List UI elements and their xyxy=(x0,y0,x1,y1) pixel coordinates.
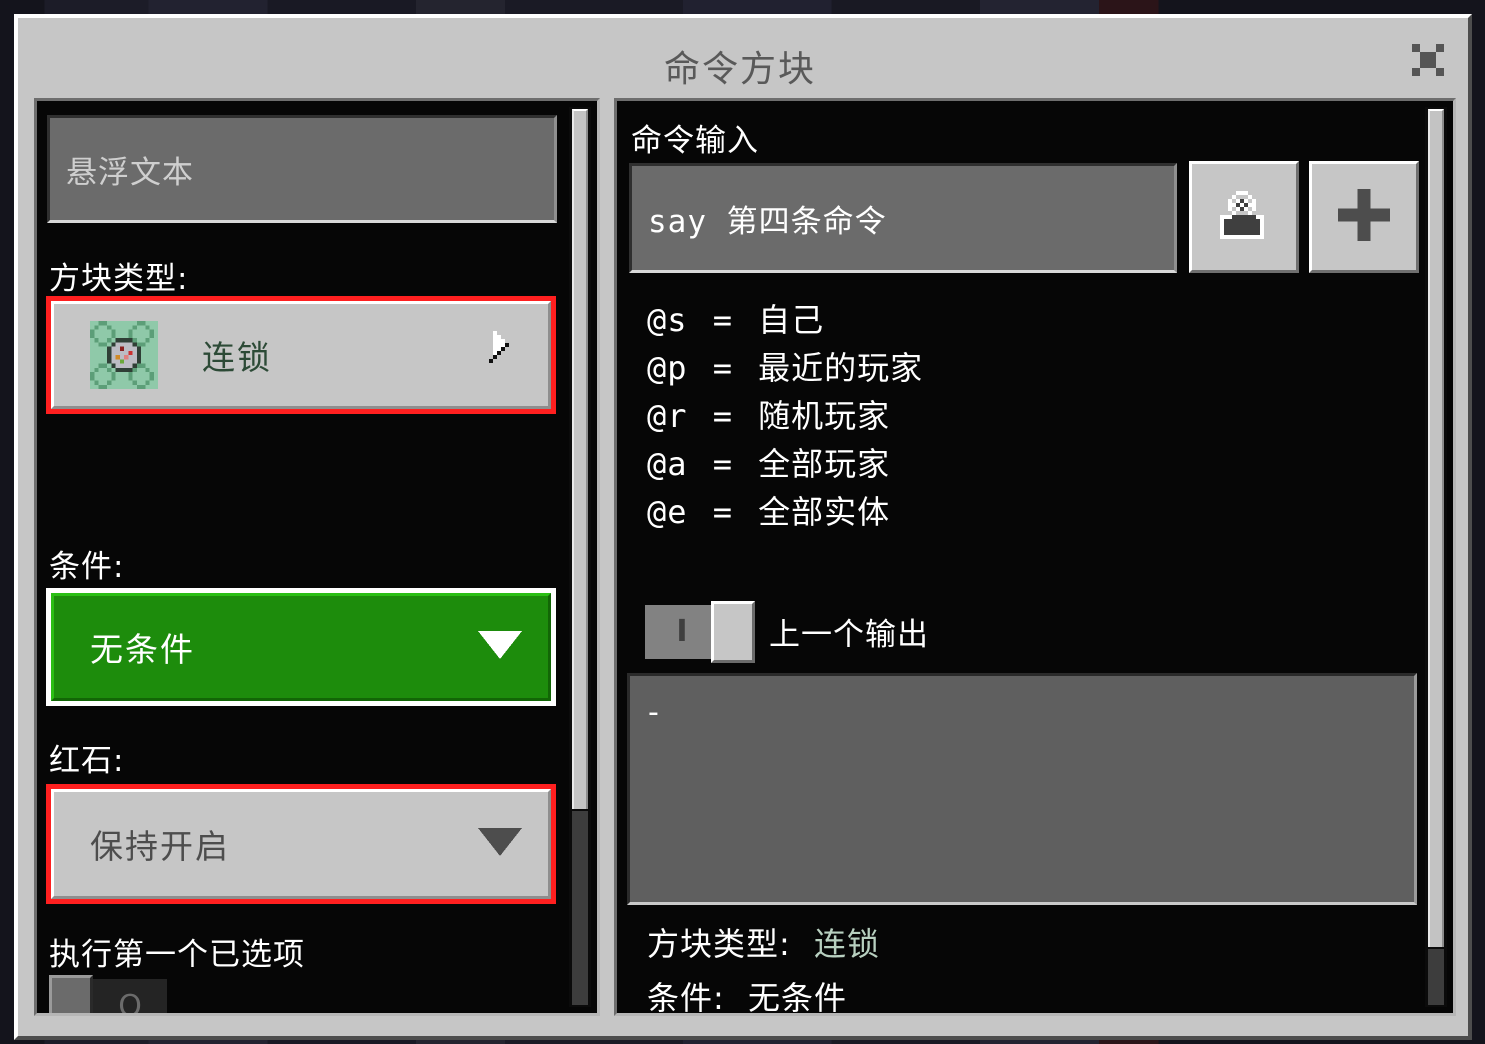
condition-value: 无条件 xyxy=(90,630,195,669)
status-block-type: 方块类型: 连锁 xyxy=(647,919,880,965)
status-block-type-value: 连锁 xyxy=(813,925,880,963)
selector-desc: 全部玩家 xyxy=(758,445,891,483)
hover-text-placeholder: 悬浮文本 xyxy=(66,154,194,191)
list-item: @p = 最近的玩家 xyxy=(647,343,923,391)
selector-token: @r xyxy=(647,397,688,435)
list-item: @a = 全部玩家 xyxy=(647,439,923,487)
left-scrollbar-track[interactable] xyxy=(572,811,588,1005)
selector-eq: = xyxy=(712,445,733,483)
redstone-label: 红石: xyxy=(49,743,125,779)
list-item: @r = 随机玩家 xyxy=(647,391,923,439)
pointer-arrow-icon xyxy=(484,331,518,379)
selector-token: @a xyxy=(647,445,688,483)
plus-icon xyxy=(1338,189,1390,245)
block-type-option-chain[interactable]: 连锁 xyxy=(46,296,556,414)
command-block-dialog: 命令方块 悬浮文本 方块类型: 连锁 条件: 无条件 红石: 保持开启 执行第一… xyxy=(14,14,1472,1040)
selector-desc: 随机玩家 xyxy=(758,397,891,435)
selector-eq: = xyxy=(712,493,733,531)
toggle-state-glyph: I xyxy=(676,614,688,649)
previous-output-label: 上一个输出 xyxy=(769,617,929,653)
left-scrollbar-thumb[interactable] xyxy=(572,109,588,809)
command-input-value: say 第四条命令 xyxy=(648,203,887,240)
condition-label: 条件: xyxy=(49,549,125,585)
execute-first-label: 执行第一个已选项 xyxy=(49,937,305,973)
command-input-label: 命令输入 xyxy=(631,123,759,159)
dialog-titlebar: 命令方块 xyxy=(18,18,1468,94)
toggle-knob[interactable] xyxy=(49,975,93,1013)
selector-token: @e xyxy=(647,493,688,531)
close-icon[interactable] xyxy=(1404,38,1452,82)
output-text-value: - xyxy=(648,695,659,730)
pick-block-icon xyxy=(1216,187,1272,247)
selector-token: @s xyxy=(647,301,688,339)
command-input[interactable]: say 第四条命令 xyxy=(629,163,1177,273)
block-type-label: 方块类型: xyxy=(49,261,189,297)
selector-eq: = xyxy=(712,301,733,339)
selector-token: @p xyxy=(647,349,688,387)
selector-desc: 最近的玩家 xyxy=(758,349,924,387)
redstone-dropdown[interactable]: 保持开启 xyxy=(46,784,556,904)
pick-block-button[interactable] xyxy=(1189,161,1299,273)
hover-text-input[interactable]: 悬浮文本 xyxy=(47,115,557,223)
status-block-type-label: 方块类型: xyxy=(647,925,791,963)
selector-eq: = xyxy=(712,349,733,387)
list-item: @s = 自己 xyxy=(647,295,923,343)
list-item: @e = 全部实体 xyxy=(647,487,923,535)
status-condition-value: 无条件 xyxy=(747,979,847,1013)
page-title: 命令方块 xyxy=(664,49,817,90)
toggle-track: I xyxy=(645,605,719,659)
command-panel: 命令输入 say 第四条命令 @s = 自己 @p = 最近的玩家 @r = 随… xyxy=(614,98,1456,1016)
chevron-down-icon xyxy=(478,828,522,860)
toggle-state-glyph: O xyxy=(118,989,142,1014)
execute-first-toggle[interactable]: O xyxy=(49,975,169,1013)
right-scrollbar-thumb[interactable] xyxy=(1428,109,1444,947)
block-type-option-label: 连锁 xyxy=(202,338,272,377)
settings-panel: 悬浮文本 方块类型: 连锁 条件: 无条件 红石: 保持开启 执行第一个已选项 … xyxy=(34,98,600,1016)
redstone-value: 保持开启 xyxy=(90,827,230,866)
condition-dropdown[interactable]: 无条件 xyxy=(46,588,556,706)
output-textarea[interactable]: - xyxy=(627,673,1417,905)
right-scrollbar[interactable] xyxy=(1425,107,1447,1007)
previous-output-toggle[interactable]: I xyxy=(645,601,755,663)
toggle-knob[interactable] xyxy=(711,601,755,663)
status-condition: 条件: 无条件 xyxy=(647,973,847,1013)
right-scrollbar-track[interactable] xyxy=(1428,949,1444,1005)
selector-desc: 自己 xyxy=(758,301,825,339)
chain-command-block-icon xyxy=(90,321,158,389)
left-scrollbar[interactable] xyxy=(569,107,591,1007)
add-command-button[interactable] xyxy=(1309,161,1419,273)
toggle-track: O xyxy=(93,979,167,1013)
selector-desc: 全部实体 xyxy=(758,493,891,531)
chevron-down-icon xyxy=(478,631,522,663)
status-condition-label: 条件: xyxy=(647,979,725,1013)
selector-reference-list: @s = 自己 @p = 最近的玩家 @r = 随机玩家 @a = 全部玩家 @… xyxy=(647,295,923,535)
selector-eq: = xyxy=(712,397,733,435)
